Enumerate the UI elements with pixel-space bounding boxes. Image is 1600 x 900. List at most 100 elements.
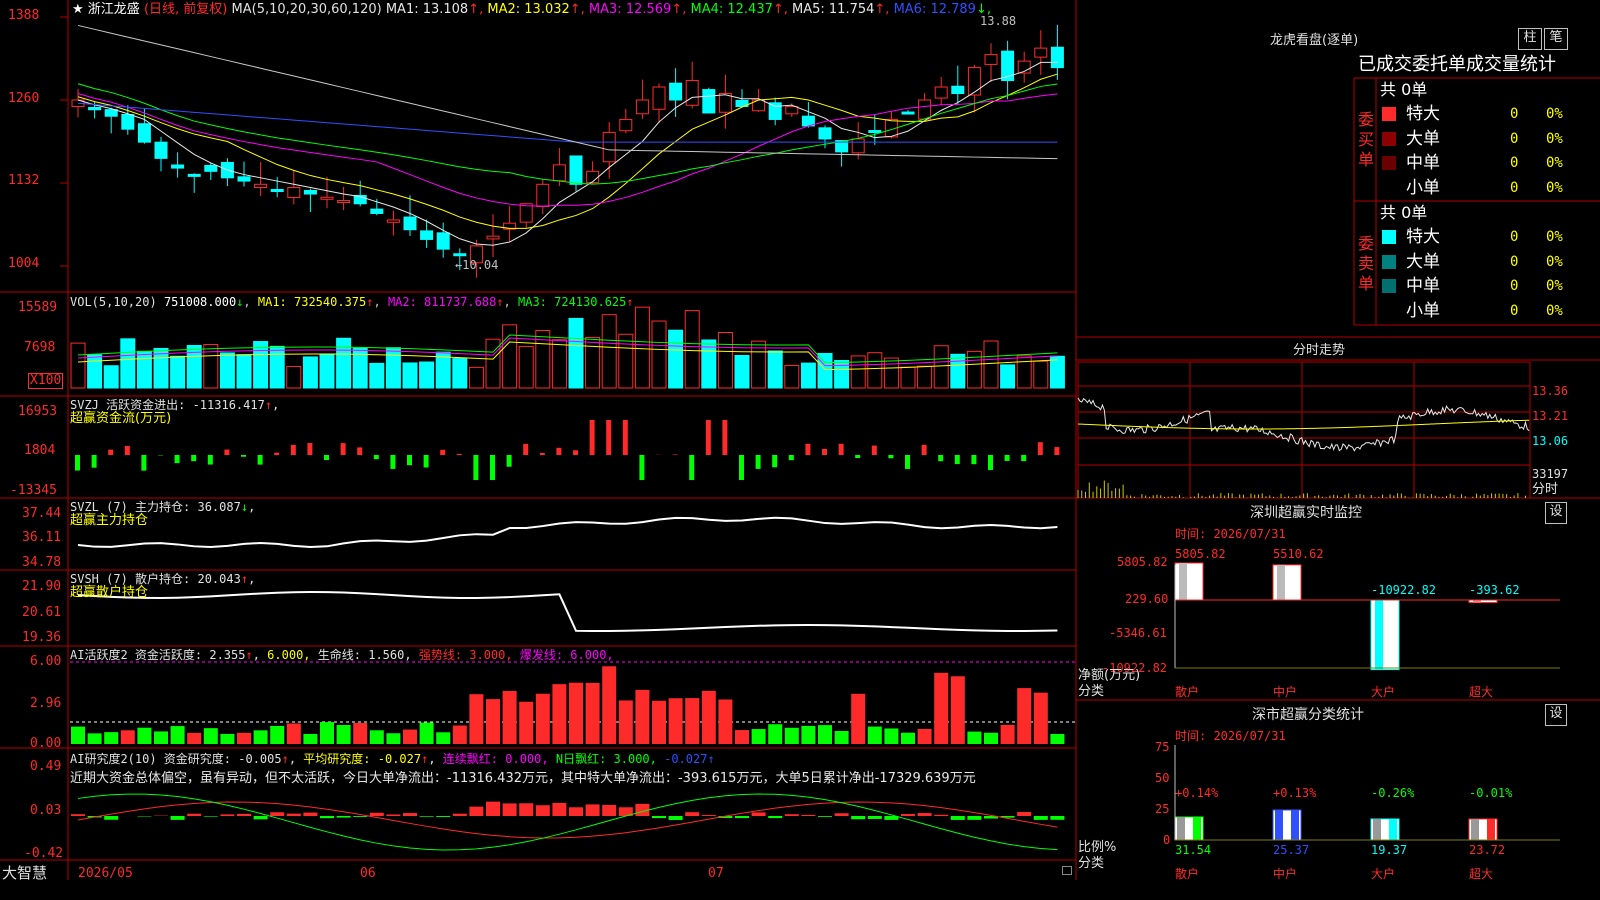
flow-bar bbox=[772, 455, 778, 468]
favorite-star-icon[interactable]: ★ bbox=[72, 2, 84, 17]
sz-monitor-ylabel: 净额(万元) bbox=[1078, 668, 1141, 683]
order-row-pct: 0% bbox=[1546, 278, 1563, 294]
volume-bar bbox=[950, 353, 966, 389]
research-bar bbox=[220, 814, 235, 816]
dragon-subtitle: 已成交委托单成交量统计 bbox=[1358, 54, 1556, 75]
research-bar bbox=[452, 813, 467, 816]
research-bar bbox=[751, 812, 766, 816]
order-row-label: 小单 bbox=[1406, 300, 1440, 321]
swatch-icon bbox=[1382, 131, 1396, 146]
candle-body bbox=[386, 219, 400, 223]
adjust-mode[interactable]: (日线, 前复权) bbox=[144, 2, 227, 17]
candle-body bbox=[635, 99, 649, 115]
flow-bar bbox=[241, 455, 246, 457]
research-bar bbox=[419, 816, 434, 817]
date-axis-label: 06 bbox=[360, 866, 376, 881]
sz-class-time: 时间: 2026/07/31 bbox=[1175, 729, 1286, 743]
activity-bar bbox=[552, 684, 567, 744]
intraday-unit: 分时 bbox=[1532, 482, 1559, 497]
volume-bar bbox=[468, 366, 484, 389]
research-bar bbox=[851, 816, 866, 820]
y-tick: 2.96 bbox=[30, 696, 62, 711]
flow-bar bbox=[539, 452, 545, 455]
activity-bar bbox=[851, 693, 866, 744]
candle-body bbox=[403, 216, 417, 231]
candle-body bbox=[1050, 46, 1064, 69]
candle-body bbox=[204, 164, 218, 172]
activity-bar bbox=[818, 725, 832, 744]
tick-mode-button[interactable]: 笔 bbox=[1544, 28, 1568, 50]
volume-bar bbox=[369, 362, 385, 389]
lock-icon[interactable] bbox=[1062, 866, 1072, 875]
ma-params[interactable]: MA(5,10,20,30,60,120) bbox=[232, 2, 382, 17]
flow-bar bbox=[855, 455, 861, 459]
intraday-frame bbox=[1077, 361, 1531, 499]
net-amount-bar-shade bbox=[1179, 563, 1187, 600]
activity-bar bbox=[602, 666, 617, 744]
order-row-count: 0 bbox=[1510, 278, 1519, 294]
ai2-label: AI研究度2(10) 资金研究度: -0.005 bbox=[70, 752, 282, 766]
activity-bar bbox=[502, 690, 517, 744]
vol-unit-badge[interactable]: X100 bbox=[28, 373, 64, 389]
ratio-bar-shade bbox=[1275, 810, 1283, 840]
bar-mode-button[interactable]: 柱 bbox=[1518, 28, 1542, 50]
brand-label: 大智慧 bbox=[2, 864, 48, 882]
volume-bar bbox=[518, 345, 534, 389]
sz-class-settings-button[interactable]: 设 bbox=[1545, 704, 1567, 726]
ratio-bar-shade bbox=[1193, 817, 1201, 840]
ai2-nday: N日飘红: 3.000, bbox=[555, 752, 657, 766]
activity-bar bbox=[154, 731, 168, 744]
main-position-line bbox=[77, 516, 1058, 548]
activity-bar bbox=[253, 730, 268, 744]
activity-bar bbox=[369, 730, 384, 744]
y-tick: 5805.82 bbox=[1117, 555, 1168, 569]
y-tick: 1388 bbox=[8, 8, 40, 23]
sz-monitor-settings-button[interactable]: 设 bbox=[1545, 502, 1567, 524]
research-bar bbox=[403, 813, 417, 816]
activity-bar bbox=[735, 730, 749, 744]
volume-bar bbox=[70, 342, 86, 389]
sell-side-label: 委卖单 bbox=[1358, 234, 1375, 293]
candle-body bbox=[785, 105, 799, 115]
candle-body bbox=[569, 155, 583, 185]
ratio-value: 19.37 bbox=[1371, 843, 1408, 857]
research-bar bbox=[237, 813, 251, 816]
ratio-bar-shade bbox=[1291, 810, 1299, 840]
volume-bar bbox=[319, 353, 335, 389]
order-row-label: 中单 bbox=[1406, 276, 1440, 296]
volume-bar bbox=[302, 356, 318, 389]
ma-line bbox=[77, 24, 1058, 160]
category-label: 散户 bbox=[1175, 685, 1200, 699]
swatch-icon bbox=[1382, 303, 1396, 318]
volume-bar bbox=[402, 362, 418, 389]
flow-bar bbox=[357, 447, 363, 455]
candle-body bbox=[685, 80, 699, 106]
flow-bar bbox=[257, 455, 263, 465]
swatch-icon bbox=[1382, 156, 1396, 170]
research-bar bbox=[203, 816, 218, 817]
research-bar bbox=[818, 816, 832, 817]
y-tick: -0.42 bbox=[24, 846, 64, 861]
vol-ma3: MA3: 724130.625 bbox=[518, 295, 627, 309]
activity-bar bbox=[934, 672, 949, 744]
volume-bar bbox=[933, 345, 949, 389]
research-bar bbox=[353, 816, 368, 817]
candle-body bbox=[237, 176, 251, 182]
volume-bar bbox=[452, 358, 468, 389]
y-tick: 20.61 bbox=[22, 605, 62, 620]
category-label: 超大 bbox=[1469, 685, 1494, 699]
flow-bar bbox=[506, 455, 512, 467]
activity-bar bbox=[419, 722, 434, 744]
order-row-count: 0 bbox=[1510, 179, 1519, 196]
research-bar bbox=[71, 814, 85, 816]
activity-bar bbox=[585, 682, 600, 744]
activity-bar bbox=[187, 732, 202, 744]
candle-body bbox=[901, 111, 915, 115]
volume-bar bbox=[203, 344, 219, 389]
ratio-bar-shade bbox=[1487, 819, 1495, 840]
y-tick: 19.36 bbox=[22, 630, 62, 645]
buy-side-label: 委买单 bbox=[1358, 110, 1375, 169]
ma-values: MA1: 13.108↑, MA2: 13.032↑, MA3: 12.569↑… bbox=[386, 2, 991, 17]
ratio-change: -0.26% bbox=[1371, 786, 1415, 800]
flow-bar bbox=[705, 420, 711, 455]
